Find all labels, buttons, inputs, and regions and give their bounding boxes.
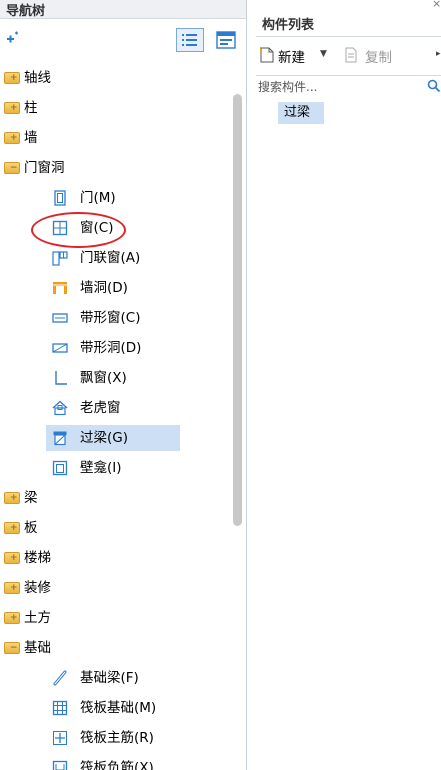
- tree-item-label: 基础: [24, 640, 51, 656]
- folder-icon[interactable]: +: [4, 582, 20, 594]
- tree-item[interactable]: 墙洞(D): [0, 275, 232, 301]
- tree-folder[interactable]: + 柱: [0, 95, 232, 121]
- search-input[interactable]: [256, 78, 436, 96]
- window-layout-icon: [216, 31, 236, 49]
- tree-folder[interactable]: − 门窗洞: [0, 155, 232, 181]
- tree-folder[interactable]: − 基础: [0, 635, 232, 661]
- component-list-panel: × 构件列表 新建 ▼ 复制 ▸ 搜索构件... 过梁: [247, 0, 441, 770]
- tree-item[interactable]: 门(M): [0, 185, 232, 211]
- tree-item-label: 带形洞(D): [80, 340, 142, 356]
- tree-folder[interactable]: + 轴线: [0, 65, 232, 91]
- highlight-circle: [31, 212, 126, 248]
- search-icon[interactable]: [427, 79, 441, 93]
- panel-title: 导航树: [6, 4, 46, 19]
- copy-button[interactable]: 复制: [365, 46, 392, 66]
- tree-folder[interactable]: + 土方: [0, 605, 232, 631]
- tree-item[interactable]: 门联窗(A): [0, 245, 232, 271]
- tree-item[interactable]: 壁龛(I): [0, 455, 232, 481]
- tree-folder[interactable]: + 梁: [0, 485, 232, 511]
- folder-icon[interactable]: +: [4, 552, 20, 564]
- tree-item-label: 基础梁(F): [80, 670, 139, 686]
- list-toolbar: 新建 ▼ 复制 ▸: [256, 37, 441, 76]
- new-document-icon[interactable]: [260, 47, 274, 63]
- tree-item[interactable]: 筏板主筋(R): [0, 725, 232, 751]
- door-window-icon: [52, 251, 68, 266]
- folder-icon[interactable]: +: [4, 522, 20, 534]
- tree-item-label: 墙: [24, 130, 38, 146]
- folder-icon[interactable]: +: [4, 132, 20, 144]
- tree-item-label: 板: [24, 520, 38, 536]
- tree-item[interactable]: 筏板基础(M): [0, 695, 232, 721]
- tree-item[interactable]: 基础梁(F): [0, 665, 232, 691]
- tree-item-label: 壁龛(I): [80, 460, 122, 476]
- tree-item-label: 带形窗(C): [80, 310, 141, 326]
- tree-item-label: 墙洞(D): [80, 280, 128, 296]
- detail-view-button[interactable]: [214, 29, 238, 51]
- strip-opening-icon: [52, 343, 68, 353]
- wall-opening-icon: [53, 282, 67, 294]
- tree-item-label: 飘窗(X): [80, 370, 127, 386]
- panel-title: 构件列表: [262, 18, 315, 33]
- folder-icon[interactable]: +: [4, 72, 20, 84]
- folder-icon[interactable]: +: [4, 492, 20, 504]
- tree-item-label: 柱: [24, 100, 38, 116]
- tree-item-label: 梁: [24, 490, 38, 506]
- list-view-button[interactable]: [176, 28, 204, 52]
- tree-item[interactable]: 筏板负筋(X): [0, 755, 232, 770]
- tree-item[interactable]: 老虎窗: [0, 395, 232, 421]
- tree-folder[interactable]: + 墙: [0, 125, 232, 151]
- folder-icon[interactable]: +: [4, 612, 20, 624]
- folder-open-icon[interactable]: −: [4, 642, 20, 654]
- tree-item-label: 装修: [24, 580, 51, 596]
- bay-window-icon: [55, 371, 67, 385]
- tree-item-label: 筏板负筋(X): [80, 760, 154, 770]
- tree-item[interactable]: 飘窗(X): [0, 365, 232, 391]
- tree-item-label: 过梁(G): [80, 430, 128, 446]
- raft-main-rebar-icon: [53, 731, 67, 745]
- lintel-icon: [53, 431, 67, 446]
- list-icon: [182, 34, 197, 46]
- tree-item-label: 土方: [24, 610, 51, 626]
- tree-toolbar: [0, 19, 246, 61]
- folder-open-icon[interactable]: −: [4, 162, 20, 174]
- tree-item[interactable]: 带形洞(D): [0, 335, 232, 361]
- foundation-beam-icon: [53, 670, 67, 686]
- dormer-window-icon: [52, 400, 68, 416]
- tree-folder[interactable]: + 楼梯: [0, 545, 232, 571]
- add-icon[interactable]: [4, 31, 20, 47]
- vertical-scrollbar[interactable]: [233, 94, 242, 526]
- navigation-tree-panel: 导航树 + 轴线 + 柱 + 墙 − 门窗洞 门(M) 窗(C) 门联窗(A) 墙洞(D) 带形窗(C)…: [0, 0, 247, 770]
- tree-item-label: 筏板主筋(R): [80, 730, 154, 746]
- raft-negative-rebar-icon: [52, 760, 68, 770]
- tree-folder[interactable]: + 装修: [0, 575, 232, 601]
- tree-item[interactable]: 过梁(G): [0, 425, 232, 451]
- chevron-down-icon[interactable]: ▼: [320, 49, 327, 59]
- list-item[interactable]: 过梁: [278, 102, 324, 124]
- panel-header: 构件列表: [256, 8, 441, 37]
- tree-item[interactable]: 带形窗(C): [0, 305, 232, 331]
- tree-item-label: 筏板基础(M): [80, 700, 157, 716]
- panel-header: 导航树: [0, 0, 246, 19]
- tree-item-label: 老虎窗: [80, 400, 121, 416]
- tree-item-label: 门联窗(A): [80, 250, 141, 266]
- search-bar: [256, 76, 441, 98]
- strip-window-icon: [52, 313, 68, 323]
- niche-icon: [52, 460, 68, 476]
- chevron-right-icon[interactable]: ▸: [436, 49, 441, 59]
- raft-foundation-icon: [52, 700, 68, 716]
- folder-icon[interactable]: +: [4, 102, 20, 114]
- new-button[interactable]: 新建: [278, 46, 305, 66]
- tree-item-label: 门窗洞: [24, 160, 65, 176]
- tree-item-label: 轴线: [24, 70, 51, 86]
- tree-folder[interactable]: + 板: [0, 515, 232, 541]
- door-icon: [54, 190, 66, 206]
- tree-item-label: 楼梯: [24, 550, 51, 566]
- copy-icon[interactable]: [344, 47, 358, 63]
- tree-item-label: 门(M): [80, 190, 116, 206]
